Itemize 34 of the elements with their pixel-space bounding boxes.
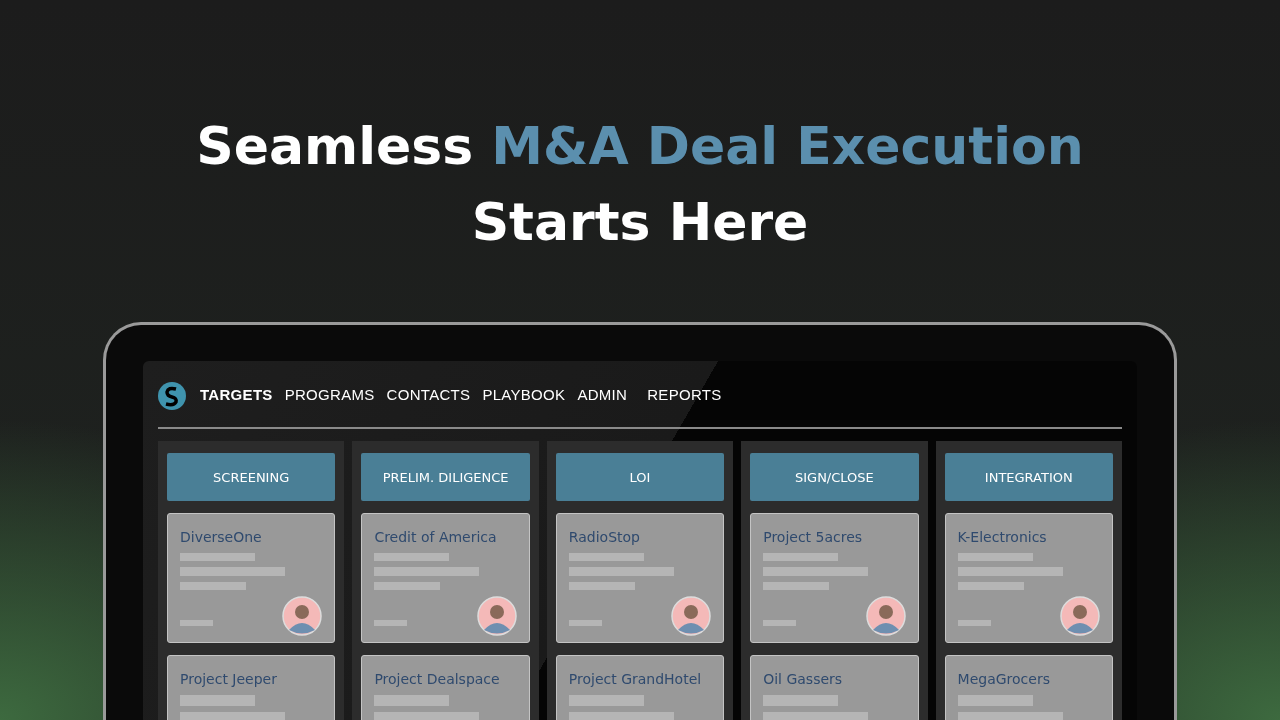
deal-name: MegaGrocers [957,670,1051,688]
deal-name: K-Electronics [957,528,1048,546]
deal-name: Project Jeeper [180,670,278,688]
deal-name: Project 5acres [763,528,864,546]
deal-name: RadioStop [568,528,641,546]
stage-header[interactable]: SCREENING [167,453,336,501]
nav-link[interactable]: CONTACTS [386,385,471,403]
deal-card[interactable]: Project GrandHotel [555,655,725,720]
headline-second-line: Starts Here [471,191,809,254]
nav-link[interactable]: TARGETS [200,385,273,403]
stage-header[interactable]: PRELIM. DILIGENCE [361,453,530,501]
deal-card[interactable]: Project Jeeper [167,655,336,720]
stage-header[interactable]: LOI [555,453,725,501]
headline: Seamless M&A Deal Execution [196,115,1084,178]
deal-name: Credit of America [374,528,498,546]
deal-card[interactable]: Project Dealspace [361,655,530,720]
deal-name: Oil Gassers [763,670,844,688]
deal-card[interactable]: RadioStop [555,513,725,643]
stage-header[interactable]: SIGN/CLOSE [750,453,919,501]
nav-link[interactable]: REPORTS [647,385,722,403]
deal-card[interactable]: K-Electronics [944,513,1113,643]
deal-card[interactable]: MegaGrocers [944,655,1113,720]
nav-link[interactable]: PROGRAMS [284,385,375,403]
stage-header[interactable]: INTEGRATION [944,453,1113,501]
deal-name: Project GrandHotel [568,670,703,688]
nav-link[interactable]: ADMIN [577,385,628,403]
deal-card[interactable]: Credit of America [361,513,530,643]
nav-link[interactable]: PLAYBOOK [482,385,566,403]
logo-icon [158,380,186,412]
deal-card[interactable]: Project 5acres [750,513,919,643]
deal-name: Project Dealspace [374,670,501,688]
deal-card[interactable]: Oil Gassers [750,655,919,720]
deal-card[interactable]: DiverseOne [167,513,336,643]
deal-name: DiverseOne [180,528,263,546]
